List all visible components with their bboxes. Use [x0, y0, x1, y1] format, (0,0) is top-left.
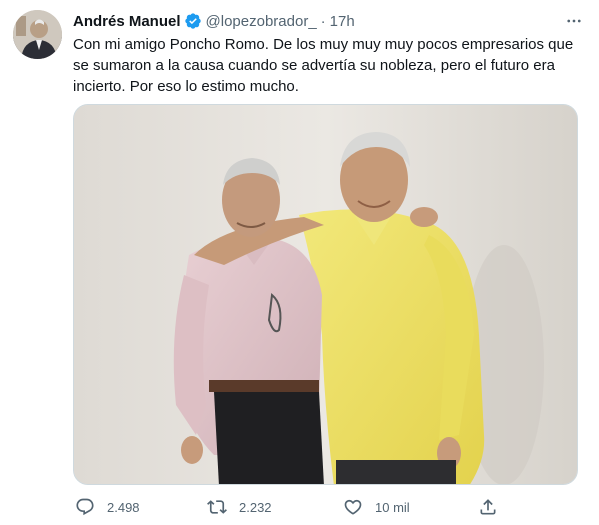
header-separator: ·: [320, 12, 326, 30]
retweet-count: 2.232: [239, 499, 272, 515]
tweet-text: Con mi amigo Poncho Romo. De los muy muy…: [73, 36, 574, 95]
like-count: 10 mil: [375, 499, 410, 515]
like-icon: [343, 497, 363, 517]
more-icon[interactable]: [563, 10, 585, 32]
author-handle[interactable]: @lopezobrador_: [206, 13, 317, 30]
avatar-image: [13, 10, 62, 59]
like-button[interactable]: 10 mil: [343, 497, 410, 517]
retweet-button[interactable]: 2.232: [207, 497, 272, 517]
retweet-icon: [207, 497, 227, 517]
tweet-timestamp[interactable]: 17h: [330, 13, 355, 30]
reply-count: 2.498: [107, 499, 140, 515]
photo-two-men: [74, 105, 577, 484]
tweet-photo[interactable]: [73, 104, 578, 485]
share-icon: [478, 497, 498, 517]
verified-icon: [184, 12, 202, 30]
tweet-header: Andrés Manuel @lopezobrador_ · 17h: [73, 11, 585, 31]
share-button[interactable]: [478, 497, 498, 517]
reply-icon: [75, 497, 95, 517]
reply-button[interactable]: 2.498: [75, 497, 140, 517]
tweet-card: Andrés Manuel @lopezobrador_ · 17h Con m…: [0, 0, 599, 525]
avatar[interactable]: [13, 10, 62, 59]
author-display-name[interactable]: Andrés Manuel: [73, 13, 181, 30]
tweet-actions: 2.498 2.232 10 mil: [73, 495, 503, 519]
